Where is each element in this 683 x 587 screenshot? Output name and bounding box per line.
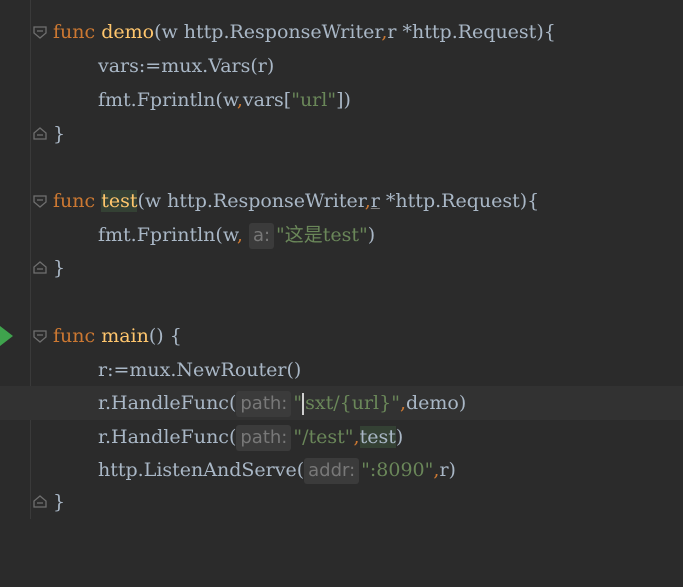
code-token: demo <box>406 392 459 414</box>
code-text: r.HandleFunc(path: " sxt/{url}",demo) <box>98 386 466 420</box>
code-line-8[interactable]: } <box>0 251 683 285</box>
text-cursor <box>302 393 305 415</box>
code-text: func test(w http.ResponseWriter,r *http.… <box>53 184 539 218</box>
fold-marker-icon[interactable] <box>33 261 47 275</box>
code-text: } <box>53 117 65 151</box>
code-token: demo <box>101 21 155 43</box>
fold-marker-icon[interactable] <box>33 495 47 509</box>
code-token: func <box>53 21 96 43</box>
code-text: func demo(w http.ResponseWriter,r *http.… <box>53 15 556 49</box>
code-token: ) <box>395 426 404 448</box>
code-text: r:=mux.NewRouter() <box>98 353 301 387</box>
code-token: r.HandleFunc( <box>98 426 237 448</box>
code-token: , <box>236 224 243 246</box>
code-token: func <box>53 325 96 347</box>
code-text: } <box>53 251 65 285</box>
code-token: } <box>53 257 66 279</box>
fold-marker-icon[interactable] <box>33 25 47 39</box>
code-token: *http.Request){ <box>379 190 540 212</box>
code-text: http.ListenAndServe(addr: ":8090",r) <box>98 453 456 487</box>
code-line-15[interactable]: } <box>0 485 683 519</box>
fold-marker-icon[interactable] <box>33 329 47 343</box>
code-text: fmt.Fprintln(w,vars["url"]) <box>98 83 351 117</box>
parameter-hint: path: <box>236 425 292 451</box>
code-token: http.ListenAndServe( <box>98 459 305 481</box>
code-token: } <box>53 491 66 513</box>
code-token: } <box>53 123 66 145</box>
parameter-hint: a: <box>248 223 275 249</box>
code-line-12-current[interactable]: r.HandleFunc(path: " sxt/{url}",demo) <box>0 386 683 420</box>
code-token: r.HandleFunc( <box>98 392 237 414</box>
code-token: vars:=mux.Vars(r) <box>98 55 275 77</box>
code-token: ) <box>458 392 467 414</box>
code-token: ]) <box>336 89 351 111</box>
code-line-6[interactable]: func test(w http.ResponseWriter,r *http.… <box>0 184 683 218</box>
code-token: test <box>359 426 396 448</box>
code-line-10[interactable]: func main() { <box>0 319 683 353</box>
code-token: r <box>439 459 449 481</box>
code-line-1[interactable]: func demo(w http.ResponseWriter,r *http.… <box>0 15 683 49</box>
code-line-7[interactable]: fmt.Fprintln(w, a: "这是test") <box>0 218 683 252</box>
code-line-4[interactable]: } <box>0 117 683 151</box>
code-text: fmt.Fprintln(w, a: "这是test") <box>98 218 375 252</box>
fold-marker-icon[interactable] <box>33 127 47 141</box>
code-token: ) <box>448 459 456 481</box>
code-token: "这是test" <box>276 224 368 246</box>
code-token: r:=mux.NewRouter() <box>98 359 302 381</box>
code-token: (w http.ResponseWriter <box>154 21 382 43</box>
code-token: r *http.Request){ <box>387 21 556 43</box>
code-line-13[interactable]: r.HandleFunc(path: "/test",test) <box>0 420 683 454</box>
code-line-14[interactable]: http.ListenAndServe(addr: ":8090",r) <box>0 453 683 487</box>
fold-marker-icon[interactable] <box>33 194 47 208</box>
code-token: test <box>101 190 138 212</box>
code-token: (w http.ResponseWriter <box>137 190 365 212</box>
code-text: func main() { <box>53 319 182 353</box>
code-text: } <box>53 485 65 519</box>
code-token: main <box>101 325 149 347</box>
code-line-11[interactable]: r:=mux.NewRouter() <box>0 353 683 387</box>
code-token: sxt/{url}" <box>305 392 400 414</box>
code-text: r.HandleFunc(path: "/test",test) <box>98 420 403 454</box>
code-token: r <box>370 190 380 212</box>
code-token: () { <box>148 325 182 347</box>
code-token: ) <box>367 224 376 246</box>
run-gutter-icon[interactable] <box>0 326 13 346</box>
code-line-3[interactable]: fmt.Fprintln(w,vars["url"]) <box>0 83 683 117</box>
code-token: fmt.Fprintln(w <box>98 224 237 246</box>
code-token: "url" <box>291 89 337 111</box>
code-token: ":8090" <box>361 459 434 481</box>
parameter-hint: path: <box>236 391 292 417</box>
code-text: vars:=mux.Vars(r) <box>98 49 274 83</box>
code-token: func <box>53 190 96 212</box>
code-token: , <box>353 426 360 448</box>
code-token: vars[ <box>242 89 292 111</box>
code-token: "/test" <box>293 426 354 448</box>
code-token: " <box>293 392 303 414</box>
parameter-hint: addr: <box>304 458 360 484</box>
code-line-2[interactable]: vars:=mux.Vars(r) <box>0 49 683 83</box>
code-token: fmt.Fprintln(w <box>98 89 237 111</box>
